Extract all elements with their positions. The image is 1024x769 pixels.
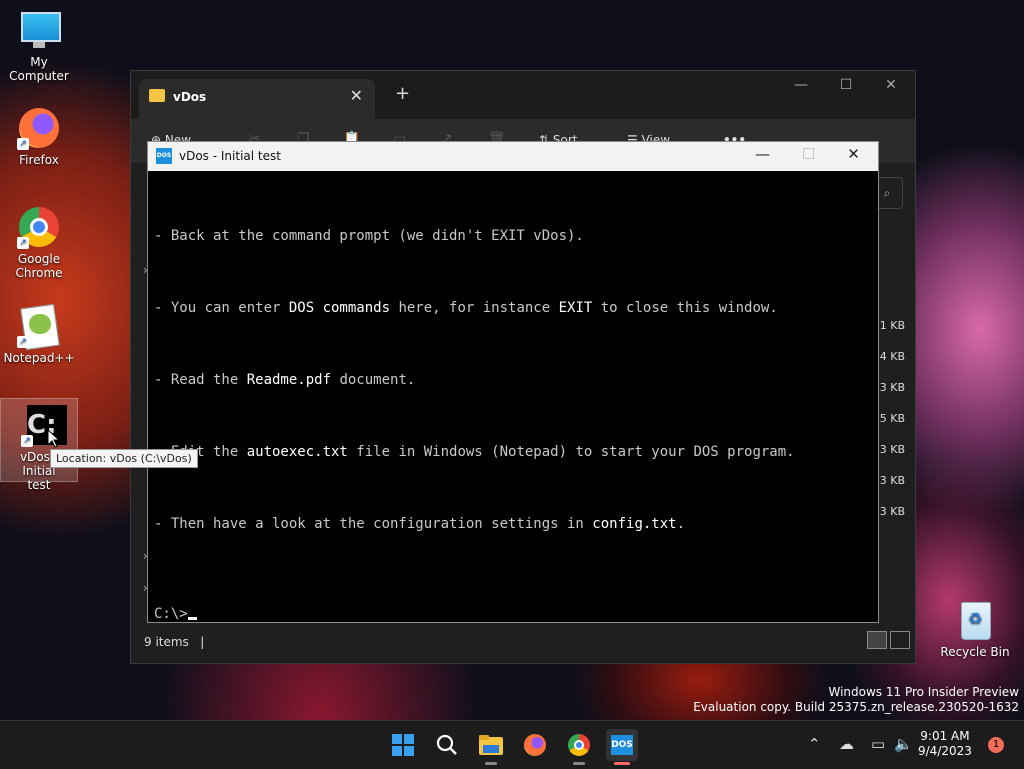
tab-close-icon[interactable]: ✕ — [350, 86, 363, 105]
search-icon — [436, 734, 457, 755]
command-prompt[interactable]: C:\> — [154, 596, 795, 632]
network-icon[interactable]: ▭ — [871, 735, 885, 753]
desktop-icon-chrome[interactable]: ↗ Google Chrome — [0, 205, 78, 280]
shortcut-arrow-icon: ↗ — [17, 336, 29, 348]
folder-icon — [479, 735, 503, 755]
vdos-window-title: vDos - Initial test — [179, 149, 281, 163]
desktop-icon-label: Google Chrome — [15, 252, 63, 280]
taskbar-firefox[interactable] — [519, 729, 551, 761]
desktop-icon-firefox[interactable]: ↗ Firefox — [0, 106, 78, 167]
desktop-icon-label: Firefox — [19, 153, 59, 167]
vdos-close-button[interactable]: ✕ — [831, 145, 876, 163]
console-line: - Back at the command prompt (we didn't … — [154, 228, 584, 244]
tiles-view-button[interactable] — [890, 631, 910, 649]
vdos-minimize-button[interactable]: — — [740, 145, 785, 163]
taskbar: DOS ⌃ ☁ ▭ 🔈 9:01 AM 9/4/2023 1 — [0, 720, 1024, 769]
shortcut-arrow-icon: ↗ — [17, 138, 29, 150]
console-line: - Edit the autoexec.txt file in Windows … — [154, 444, 795, 460]
volume-icon[interactable]: 🔈 — [894, 735, 913, 753]
explorer-tab-vdos[interactable]: vDos ✕ — [139, 79, 375, 119]
shortcut-arrow-icon: ↗ — [21, 435, 33, 447]
show-hidden-icons-chevron-icon[interactable]: ⌃ — [808, 735, 821, 753]
search-button[interactable] — [431, 729, 463, 761]
firefox-icon — [524, 734, 546, 756]
firefox-icon: ↗ — [17, 106, 61, 150]
vdos-logo-icon: DOS — [611, 735, 633, 755]
dos-console[interactable]: - Back at the command prompt (we didn't … — [154, 182, 795, 704]
start-button[interactable] — [387, 729, 419, 761]
vdos-logo-icon: DOS — [156, 148, 172, 164]
clock-time: 9:01 AM — [920, 729, 970, 743]
clock[interactable]: 9:01 AM 9/4/2023 — [918, 729, 972, 759]
recycle-bin-icon: ♻ — [953, 598, 997, 642]
taskbar-chrome[interactable] — [563, 729, 595, 765]
vdos-maximize-button[interactable]: ☐ — [786, 145, 831, 163]
new-tab-button[interactable]: + — [395, 83, 410, 104]
desktop-icon-notepadpp[interactable]: ↗ Notepad++ — [0, 303, 78, 365]
vdos-title-bar[interactable]: DOS vDos - Initial test — ☐ ✕ — [148, 142, 878, 171]
running-indicator — [485, 762, 497, 765]
notepadpp-icon: ↗ — [17, 303, 61, 351]
taskbar-file-explorer[interactable] — [475, 729, 507, 765]
windows-watermark: Windows 11 Pro Insider Preview Evaluatio… — [693, 685, 1019, 715]
explorer-close-button[interactable]: ✕ — [871, 77, 911, 93]
desktop-icon-label: Notepad++ — [3, 351, 75, 365]
desktop-icon-my-computer[interactable]: My Computer — [0, 8, 78, 83]
desktop-icon-vdos-initial-test[interactable]: C: ↗ vDos - Initial test — [0, 398, 78, 492]
chrome-icon: ↗ — [17, 205, 61, 249]
desktop-icon-label: My Computer — [9, 55, 69, 83]
explorer-tab-title: vDos — [173, 90, 207, 104]
monitor-icon — [17, 8, 61, 52]
running-indicator — [573, 762, 585, 765]
watermark-line: Evaluation copy. Build 25375.zn_release.… — [693, 700, 1019, 714]
explorer-minimize-button[interactable]: — — [781, 77, 821, 93]
details-view-button[interactable] — [867, 631, 887, 649]
location-tooltip: Location: vDos (C:\vDos) — [50, 449, 198, 468]
windows-logo-icon — [392, 734, 414, 756]
notification-badge[interactable]: 1 — [988, 737, 1004, 753]
text-cursor — [187, 617, 197, 620]
taskbar-vdos[interactable]: DOS — [606, 729, 638, 765]
desktop-icon-recycle-bin[interactable]: ♻ Recycle Bin — [936, 598, 1014, 659]
mouse-pointer-icon — [48, 430, 60, 448]
shortcut-arrow-icon: ↗ — [17, 237, 29, 249]
active-indicator — [614, 762, 630, 765]
explorer-maximize-button[interactable]: ☐ — [826, 77, 866, 93]
watermark-line: Windows 11 Pro Insider Preview — [828, 685, 1019, 699]
vdos-window[interactable]: DOS vDos - Initial test — ☐ ✕ - Back at … — [147, 141, 879, 623]
console-line: - You can enter DOS commands here, for i… — [154, 300, 778, 316]
console-line: - Read the Readme.pdf document. — [154, 372, 416, 388]
explorer-title-bar[interactable]: vDos ✕ + — ☐ ✕ — [131, 71, 915, 119]
onedrive-offline-icon[interactable]: ☁ — [839, 735, 854, 753]
clock-date: 9/4/2023 — [918, 744, 972, 758]
desktop-icon-label: Recycle Bin — [940, 645, 1010, 659]
console-line: - Then have a look at the configuration … — [154, 516, 686, 532]
folder-icon — [149, 89, 165, 102]
